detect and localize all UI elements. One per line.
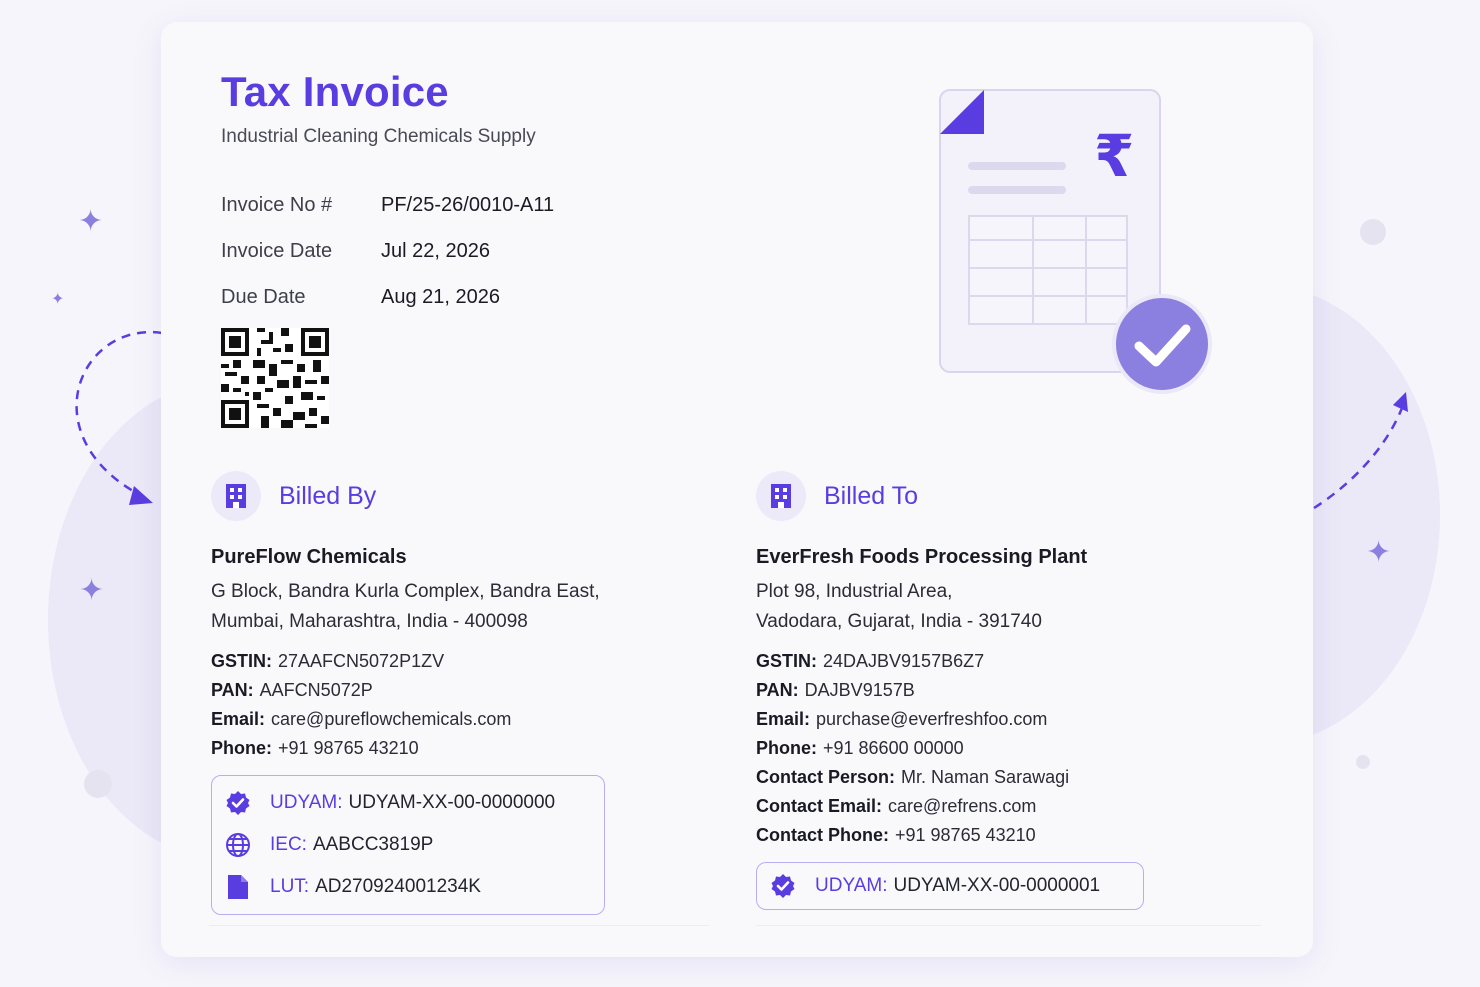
meta-row-due-date: Due Date Aug 21, 2026 [221, 274, 554, 320]
sparkle-icon: ✦ [51, 291, 65, 308]
invoice-card: Tax Invoice Industrial Cleaning Chemical… [161, 22, 1313, 957]
invoice-title: Tax Invoice [221, 68, 449, 115]
billed-by-heading: Billed By [279, 481, 377, 510]
decor-dot [1360, 219, 1386, 245]
address-line: G Block, Bandra Kurla Complex, Bandra Ea… [211, 581, 600, 602]
billed-to-registrations: UDYAM: UDYAM-XX-00-0000001 [756, 862, 1144, 910]
billed-by-section: Billed By PureFlow Chemicals G Block, Ba… [211, 466, 731, 915]
billed-to-heading: Billed To [824, 481, 919, 510]
field-value: +91 98765 43210 [278, 738, 419, 758]
document-icon [224, 873, 252, 901]
field-value: +91 86600 00000 [823, 738, 964, 758]
invoice-date: Jul 22, 2026 [381, 239, 490, 262]
building-icon [756, 471, 806, 521]
building-icon [211, 471, 261, 521]
field-contact-email: Contact Email: care@refrens.com [756, 792, 1276, 821]
field-gstin: GSTIN: 27AAFCN5072P1ZV [211, 647, 731, 676]
meta-label: Invoice Date [221, 239, 333, 262]
meta-label: Invoice No # [221, 193, 333, 216]
verified-badge-icon [769, 872, 797, 900]
billed-by-address: G Block, Bandra Kurla Complex, Bandra Ea… [211, 577, 731, 637]
billed-to-address: Plot 98, Industrial Area, Vadodara, Guja… [756, 577, 1276, 637]
badge-value: AD270924001234K [315, 876, 481, 897]
meta-row-invoice-no: Invoice No # PF/25-26/0010-A11 [221, 182, 554, 228]
field-label: Email: [211, 709, 266, 729]
field-value: +91 98765 43210 [895, 825, 1036, 845]
qr-code [221, 328, 329, 428]
iec-row: IEC: AABCC3819P [212, 824, 604, 866]
field-value: 27AAFCN5072P1ZV [278, 651, 445, 671]
badge-label: UDYAM: [815, 875, 888, 896]
badge-label: IEC: [270, 834, 307, 855]
invoice-number: PF/25-26/0010-A11 [381, 193, 555, 216]
sparkle-icon: ✦ [78, 205, 104, 238]
section-divider [756, 925, 1261, 926]
field-label: Email: [756, 709, 811, 729]
field-gstin: GSTIN: 24DAJBV9157B6Z7 [756, 647, 1276, 676]
dashed-arrow-left-icon [75, 330, 163, 505]
billed-by-registrations: UDYAM: UDYAM-XX-00-0000000 IEC: AABCC381… [211, 775, 605, 915]
field-label: Phone: [211, 738, 272, 758]
badge-label: UDYAM: [270, 792, 343, 813]
field-label: Contact Person: [756, 767, 896, 787]
billed-to-company-name: EverFresh Foods Processing Plant [756, 546, 1088, 568]
billed-to-header: Billed To [756, 466, 1276, 526]
invoice-meta: Invoice No # PF/25-26/0010-A11 Invoice D… [221, 182, 554, 320]
meta-label: Due Date [221, 285, 306, 308]
verified-badge-icon [224, 789, 252, 817]
due-date: Aug 21, 2026 [381, 285, 500, 308]
badge-value: UDYAM-XX-00-0000000 [348, 792, 556, 813]
field-phone: Phone: +91 98765 43210 [211, 734, 731, 763]
badge-label: LUT: [270, 876, 310, 897]
badge-value: UDYAM-XX-00-0000001 [893, 875, 1101, 896]
field-value: Mr. Naman Sarawagi [901, 767, 1070, 787]
field-label: Contact Phone: [756, 825, 889, 845]
field-pan: PAN: AAFCN5072P [211, 676, 731, 705]
field-label: GSTIN: [211, 651, 272, 671]
billed-by-header: Billed By [211, 466, 731, 526]
field-label: Contact Email: [756, 796, 883, 816]
dashed-arrow-right-icon [1313, 392, 1408, 510]
address-line: Plot 98, Industrial Area, [756, 581, 953, 602]
sparkle-icon: ✦ [79, 574, 105, 607]
field-value: care@pureflowchemicals.com [271, 709, 512, 729]
field-value: DAJBV9157B [804, 680, 915, 700]
field-pan: PAN: DAJBV9157B [756, 676, 1276, 705]
field-contact-person: Contact Person: Mr. Naman Sarawagi [756, 763, 1276, 792]
sparkle-icon: ✦ [1366, 536, 1392, 569]
decor-dot [84, 770, 112, 798]
lut-row: LUT: AD270924001234K [212, 866, 604, 908]
address-line: Mumbai, Maharashtra, India - 400098 [211, 611, 528, 632]
billed-by-company-name: PureFlow Chemicals [211, 546, 407, 568]
field-contact-phone: Contact Phone: +91 98765 43210 [756, 821, 1276, 850]
field-label: PAN: [211, 680, 254, 700]
field-value: purchase@everfreshfoo.com [816, 709, 1048, 729]
meta-row-invoice-date: Invoice Date Jul 22, 2026 [221, 228, 554, 274]
field-email: Email: care@pureflowchemicals.com [211, 705, 731, 734]
field-value: care@refrens.com [888, 796, 1037, 816]
field-email: Email: purchase@everfreshfoo.com [756, 705, 1276, 734]
billed-to-section: Billed To EverFresh Foods Processing Pla… [756, 466, 1276, 910]
field-label: PAN: [756, 680, 799, 700]
field-phone: Phone: +91 86600 00000 [756, 734, 1276, 763]
section-divider [209, 925, 709, 926]
billed-to-fields: GSTIN: 24DAJBV9157B6Z7 PAN: DAJBV9157B Ema… [756, 647, 1276, 850]
udyam-row: UDYAM: UDYAM-XX-00-0000000 [212, 782, 604, 824]
udyam-row: UDYAM: UDYAM-XX-00-0000001 [757, 865, 1143, 907]
invoice-document-illustration: ₹ [939, 89, 1212, 394]
address-line: Vadodara, Gujarat, India - 391740 [756, 611, 1042, 632]
rupee-icon: ₹ [1094, 122, 1134, 190]
badge-value: AABCC3819P [312, 834, 434, 855]
field-value: AAFCN5072P [259, 680, 373, 700]
decor-dot [1356, 755, 1370, 769]
field-value: 24DAJBV9157B6Z7 [823, 651, 985, 671]
billed-by-fields: GSTIN: 27AAFCN5072P1ZV PAN: AAFCN5072P Ema… [211, 647, 731, 763]
invoice-subtitle: Industrial Cleaning Chemicals Supply [221, 126, 536, 147]
field-label: GSTIN: [756, 651, 817, 671]
field-label: Phone: [756, 738, 817, 758]
globe-icon [224, 831, 252, 859]
